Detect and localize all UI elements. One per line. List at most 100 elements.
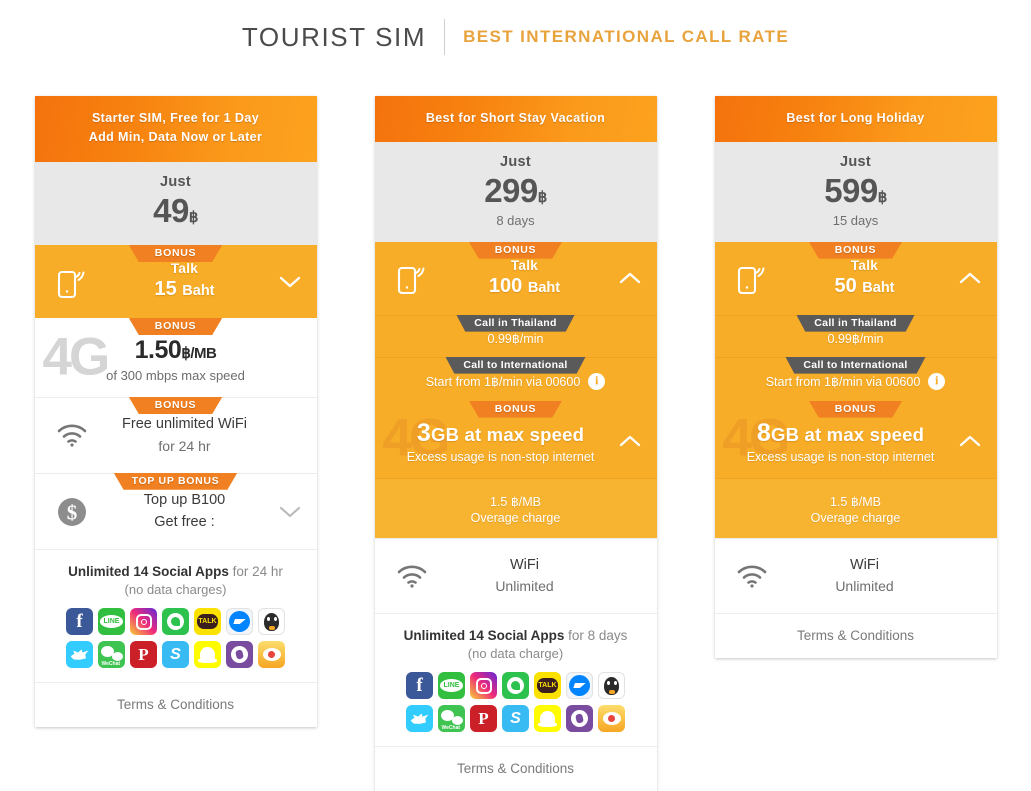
price-block: Just 599฿ 15 days <box>714 142 997 242</box>
price-amount: 599฿ <box>715 170 997 211</box>
call-in-thailand-tag: Call in Thailand <box>456 315 574 332</box>
page-title: TOURIST SIM <box>241 21 427 52</box>
talk-label: Talk <box>850 257 879 273</box>
social-app-icon-wechat: WeChat <box>98 641 125 669</box>
social-app-icon-skype: S <box>502 705 529 733</box>
talk-amount: 50 <box>834 274 857 297</box>
price-amount: 299฿ <box>375 170 657 211</box>
data-price: 1.50฿/MB <box>47 336 305 365</box>
wifi-title: WiFi <box>510 556 539 573</box>
price-value: 49 <box>153 191 189 229</box>
talk-amount: 15 <box>154 278 177 300</box>
wifi-title: WiFi <box>850 556 879 573</box>
social-apps-grid: f LINE TALK WeChat P S <box>45 608 307 669</box>
topup-title: Top up B100 <box>143 491 226 508</box>
price-just-label: Just <box>499 154 531 171</box>
data-price-value: 1.50 <box>134 336 182 364</box>
social-app-icon-facebook: f <box>406 672 433 700</box>
plan-card-short-stay[interactable]: Best for Short Stay Vacation Just 299฿ 8… <box>374 96 657 791</box>
social-apps-duration: for 8 days <box>568 628 628 644</box>
talk-body: Talk 15 Baht <box>95 261 275 302</box>
bonus-ribbon: BONUS <box>129 397 222 414</box>
data-chevron-up-icon[interactable] <box>615 434 645 448</box>
overage-rate: 1.5 ฿/MB <box>714 477 997 511</box>
bonus-ribbon: BONUS <box>129 318 222 335</box>
talk-section[interactable]: Talk 100 Baht Call in Thailand 0.99฿/min… <box>374 241 657 401</box>
social-app-icon-whatsapp <box>162 608 189 636</box>
social-apps-title: Unlimited 14 Social Apps <box>403 628 565 644</box>
social-app-icon-pinterest: P <box>470 705 497 733</box>
price-value: 299 <box>484 172 538 210</box>
price-duration: 15 days <box>832 212 879 228</box>
card-header-long-holiday: Best for Long Holiday <box>714 96 997 143</box>
social-app-icon-instagram <box>470 672 497 700</box>
wifi-icon <box>49 423 95 447</box>
topup-body: Top up B100 Get free : <box>95 490 275 534</box>
talk-unit: Baht <box>182 283 215 299</box>
social-app-icon-messenger <box>566 672 593 700</box>
talk-label: Talk <box>510 257 539 273</box>
talk-value: 100 Baht <box>435 273 615 299</box>
plan-card-starter-sim[interactable]: Starter SIM, Free for 1 Day Add Min, Dat… <box>34 96 317 728</box>
social-app-icon-snapchat <box>194 641 221 669</box>
social-apps-title: Unlimited 14 Social Apps <box>68 564 229 580</box>
info-icon[interactable]: i <box>928 372 946 390</box>
terms-and-conditions-link[interactable]: Terms & Conditions <box>374 746 657 791</box>
talk-amount: 100 <box>488 274 523 297</box>
talk-label: Talk <box>170 261 199 276</box>
wifi-section[interactable]: WiFi Unlimited <box>714 537 997 614</box>
data-subtitle: Excess usage is non-stop internet <box>406 449 595 464</box>
svg-text:$: $ <box>66 500 77 524</box>
header-tagline: BEST INTERNATIONAL CALL RATE <box>463 27 790 46</box>
bonus-ribbon: BONUS <box>469 401 562 418</box>
social-app-icon-messenger <box>226 608 253 636</box>
bonus-ribbon: BONUS <box>469 242 562 259</box>
terms-and-conditions-link[interactable]: Terms & Conditions <box>34 682 317 728</box>
wifi-subtitle: Unlimited <box>835 578 894 595</box>
wifi-body: WiFi Unlimited <box>775 555 955 598</box>
price-currency: ฿ <box>877 189 888 207</box>
talk-chevron-up-icon[interactable] <box>955 271 985 285</box>
talk-section[interactable]: Talk 50 Baht Call in Thailand 0.99฿/min … <box>714 241 997 401</box>
wifi-body: WiFi Unlimited <box>435 555 615 598</box>
talk-chevron-up-icon[interactable] <box>615 271 645 285</box>
social-app-icon-qq <box>598 672 625 700</box>
call-to-international-tag: Call to International <box>785 357 925 374</box>
wifi-section[interactable]: WiFi Unlimited <box>374 537 657 614</box>
topup-chevron-down-icon[interactable] <box>275 505 305 519</box>
data-price-unit: ฿/MB <box>181 345 217 362</box>
plan-card-long-holiday[interactable]: Best for Long Holiday Just 599฿ 15 days … <box>714 96 997 659</box>
data-allowance: 3GB at max speed <box>387 419 615 448</box>
social-apps-grid: f LINE TALK WeChat P S <box>385 672 647 733</box>
price-block: Just 299฿ 8 days <box>374 142 657 242</box>
social-app-icon-line: LINE <box>438 672 465 700</box>
data-chevron-up-icon[interactable] <box>955 434 985 448</box>
talk-chevron-down-icon[interactable] <box>275 275 305 289</box>
data-body: 3GB at max speed Excess usage is non-sto… <box>387 419 615 464</box>
price-just-label: Just <box>159 173 191 190</box>
overage-label: Overage charge <box>470 510 561 525</box>
social-app-icon-line: LINE <box>98 608 125 636</box>
info-icon[interactable]: i <box>588 372 606 390</box>
price-currency: ฿ <box>188 208 199 226</box>
talk-body: Talk 100 Baht <box>435 258 615 299</box>
price-amount: 49฿ <box>35 190 317 231</box>
social-app-icon-whatsapp <box>502 672 529 700</box>
phone-signal-icon <box>729 261 775 295</box>
wifi-icon <box>729 564 775 588</box>
call-in-thailand-tag: Call in Thailand <box>796 315 914 332</box>
social-app-icon-wechat: WeChat <box>438 705 465 733</box>
bonus-ribbon: BONUS <box>809 242 902 259</box>
terms-and-conditions-link[interactable]: Terms & Conditions <box>714 613 997 659</box>
topup-subtitle: Get free : <box>154 513 215 530</box>
card-header-line-2: Add Min, Data Now or Later <box>88 130 263 145</box>
card-header-starter-sim: Starter SIM, Free for 1 Day Add Min, Dat… <box>34 96 317 162</box>
overage-section: 1.5 ฿/MB Overage charge <box>714 477 997 538</box>
talk-body: Talk 50 Baht <box>775 258 955 299</box>
social-app-icon-facebook: f <box>66 608 93 636</box>
social-apps-note: (no data charges) <box>124 582 227 598</box>
price-block: Just 49฿ <box>34 161 317 245</box>
data-allowance-amount: 3 <box>416 418 431 447</box>
data-subtitle: of 300 mbps max speed <box>106 368 245 383</box>
card-header-line-1: Starter SIM, Free for 1 Day <box>91 111 260 125</box>
